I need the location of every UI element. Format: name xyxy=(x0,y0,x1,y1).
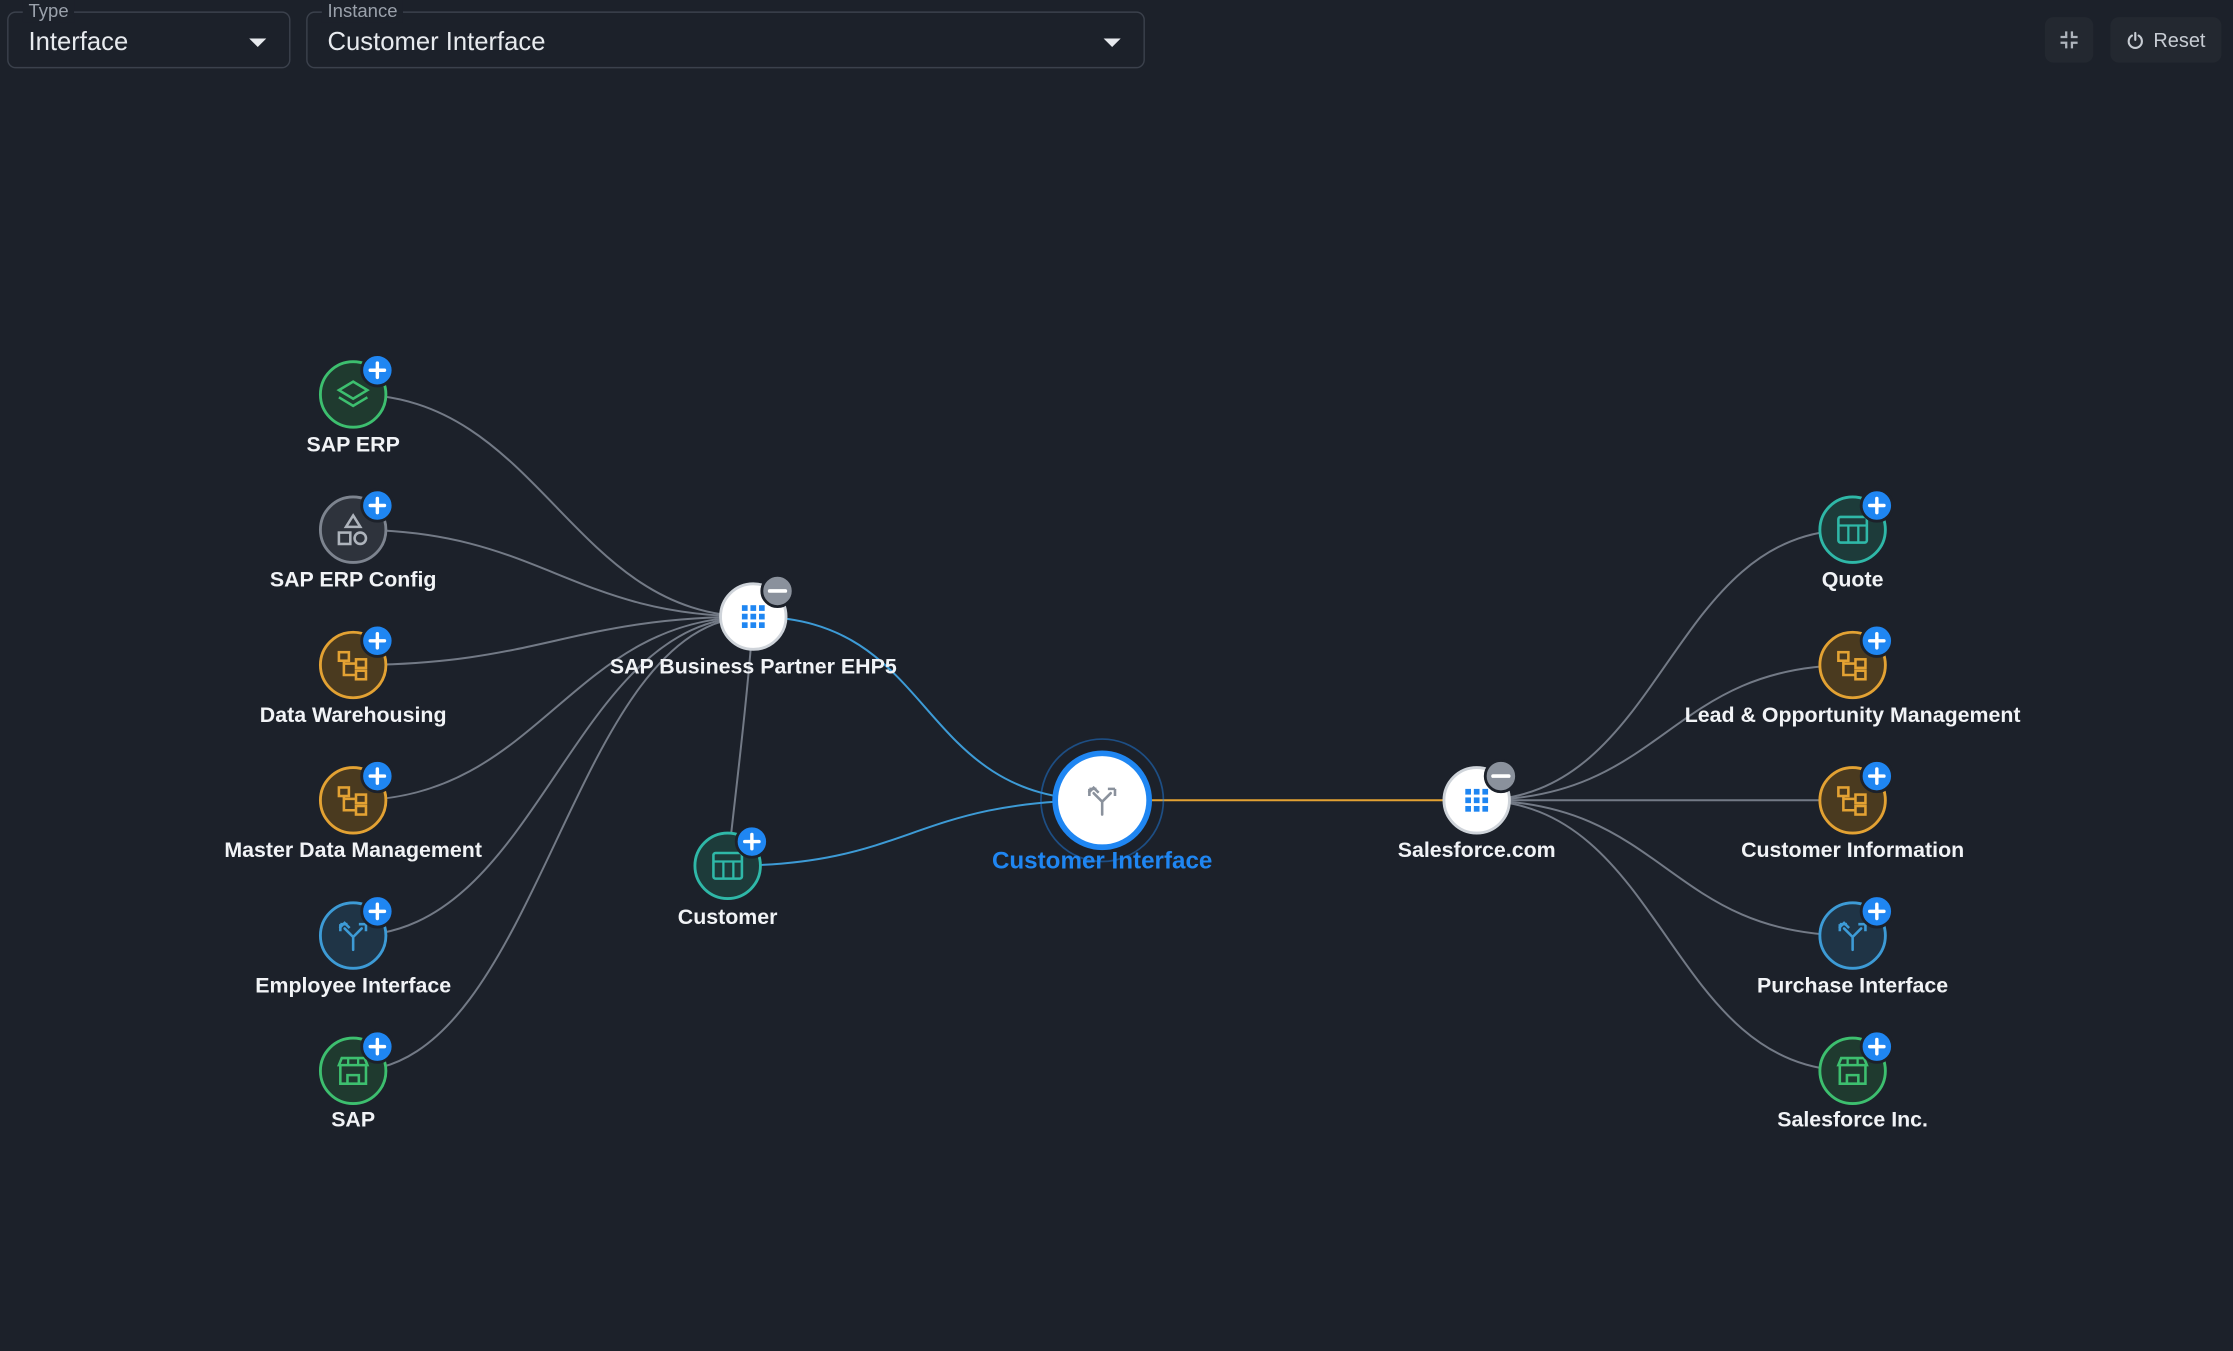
node-salesforce-com[interactable]: Salesforce.com xyxy=(1398,758,1556,862)
expand-badge-icon[interactable] xyxy=(1859,1029,1895,1065)
node-label: Employee Interface xyxy=(255,974,451,998)
node-label: Salesforce.com xyxy=(1398,838,1556,862)
grid-icon xyxy=(1465,788,1489,812)
node-sap-erp-config[interactable]: SAP ERP Config xyxy=(270,488,437,592)
node-label: SAP ERP Config xyxy=(270,568,437,592)
node-label: SAP xyxy=(331,1107,375,1131)
expand-badge-icon[interactable] xyxy=(359,893,395,929)
edge-partner-interface xyxy=(753,615,1103,802)
node-sap-erp[interactable]: SAP ERP xyxy=(306,352,400,457)
grid-icon xyxy=(741,605,765,628)
node-customer[interactable]: Customer xyxy=(678,824,778,929)
node-label: SAP ERP xyxy=(306,432,399,456)
node-label: Customer Information xyxy=(1741,838,1964,862)
collapse-badge-icon[interactable] xyxy=(759,573,796,609)
expand-badge-icon[interactable] xyxy=(734,824,770,859)
collapse-badge-icon[interactable] xyxy=(1483,758,1519,794)
edge-purchase-interface xyxy=(1476,799,1853,937)
expand-badge-icon[interactable] xyxy=(359,758,395,794)
node-quote[interactable]: Quote xyxy=(1818,488,1895,592)
node-customer-information[interactable]: Customer Information xyxy=(1741,758,1964,862)
relationship-graph[interactable]: SAP ERP SAP ERP Config Data Warehousing … xyxy=(0,0,2233,1351)
node-label: Quote xyxy=(1822,568,1884,592)
expand-badge-icon[interactable] xyxy=(359,488,395,523)
node-customer-interface[interactable]: Customer Interface xyxy=(992,738,1212,875)
node-label: Purchase Interface xyxy=(1757,974,1948,998)
expand-badge-icon[interactable] xyxy=(359,352,395,388)
node-label: Lead & Opportunity Management xyxy=(1685,703,2021,727)
node-label: Master Data Management xyxy=(224,838,482,862)
node-lead-opportunity[interactable]: Lead & Opportunity Management xyxy=(1685,623,2021,727)
node-label: Data Warehousing xyxy=(260,703,447,727)
expand-badge-icon[interactable] xyxy=(359,623,395,659)
expand-badge-icon[interactable] xyxy=(1859,758,1895,794)
expand-badge-icon[interactable] xyxy=(1859,623,1895,659)
node-label: SAP Business Partner EHP5 xyxy=(610,655,897,679)
node-label: Customer Interface xyxy=(992,848,1212,875)
edges xyxy=(353,393,1853,1072)
expand-badge-icon[interactable] xyxy=(1859,893,1895,929)
graph-explorer: Type Interface Instance Customer Interfa… xyxy=(0,0,2233,1351)
node-label: Salesforce Inc. xyxy=(1777,1107,1928,1131)
node-purchase-interface[interactable]: Purchase Interface xyxy=(1757,893,1948,998)
node-employee-interface[interactable]: Employee Interface xyxy=(255,893,451,998)
expand-badge-icon[interactable] xyxy=(359,1029,395,1065)
expand-badge-icon[interactable] xyxy=(1859,488,1895,523)
node-salesforce-inc[interactable]: Salesforce Inc. xyxy=(1777,1029,1928,1131)
node-sap[interactable]: SAP xyxy=(318,1029,395,1131)
node-label: Customer xyxy=(678,905,778,929)
node-master-data-management[interactable]: Master Data Management xyxy=(224,758,482,862)
node-data-warehousing[interactable]: Data Warehousing xyxy=(260,623,447,727)
edge-lead-opportunity xyxy=(1476,664,1853,802)
edge-quote xyxy=(1476,528,1853,802)
